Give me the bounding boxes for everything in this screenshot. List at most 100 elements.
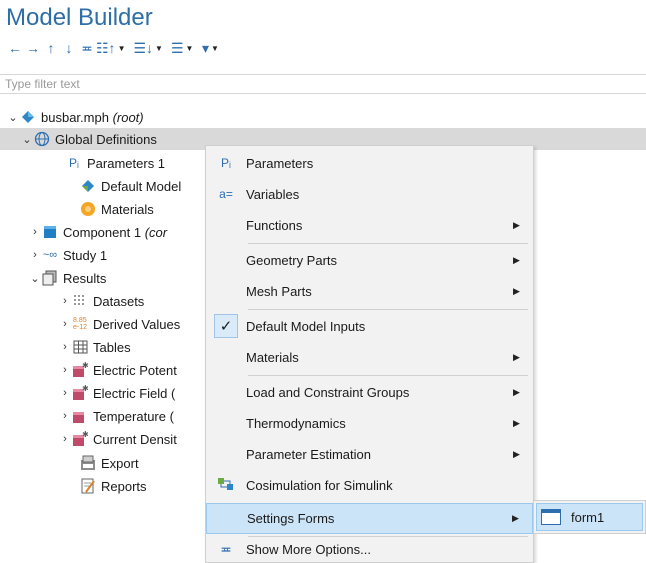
chevron-down-icon[interactable]: ⌄ xyxy=(20,133,34,146)
menu-item-parameters[interactable]: Pᵢ Parameters xyxy=(206,148,533,178)
list-expand-icon[interactable]: ☰↓ ▼ xyxy=(133,38,162,58)
show-more-options-icon[interactable]: ≖ xyxy=(78,38,96,58)
menu-item-geometry-parts[interactable]: Geometry Parts ▶ xyxy=(206,245,533,275)
chevron-right-icon[interactable]: › xyxy=(58,295,72,307)
menu-item-label: Thermodynamics xyxy=(246,415,346,431)
export-icon xyxy=(80,455,96,471)
plot-group-icon xyxy=(72,408,88,424)
results-icon xyxy=(42,270,58,286)
chevron-down-icon: ▼ xyxy=(185,43,194,53)
tree-label: Default Model xyxy=(101,178,182,194)
arrow-up-icon[interactable]: ↑ xyxy=(42,38,60,58)
chevron-right-icon[interactable]: › xyxy=(58,364,72,376)
plot-group-icon: ✱ xyxy=(72,431,88,447)
menu-item-settings-forms[interactable]: Settings Forms ▶ xyxy=(206,503,533,534)
submenu-item-label: form1 xyxy=(571,509,605,525)
chevron-down-icon[interactable]: ⌄ xyxy=(28,272,42,285)
menu-item-label: Mesh Parts xyxy=(246,283,312,299)
chevron-right-icon[interactable]: › xyxy=(58,387,72,399)
tree-label: Export xyxy=(101,455,139,471)
tree-row-temperature[interactable]: › Temperature ( xyxy=(58,405,174,427)
tree-row-derived-values[interactable]: › 8.85 e-12 Derived Values xyxy=(58,313,180,335)
tree-label: Parameters 1 xyxy=(87,155,166,171)
svg-text:✱: ✱ xyxy=(82,385,88,393)
menu-item-label: Default Model Inputs xyxy=(246,318,366,334)
chevron-down-icon[interactable]: ⌄ xyxy=(6,111,20,124)
tree-row-datasets[interactable]: › Datasets xyxy=(58,290,144,312)
tree-row-export[interactable]: Export xyxy=(80,452,139,474)
arrow-left-icon[interactable]: ← xyxy=(6,38,24,58)
tree-row-tables[interactable]: › Tables xyxy=(58,336,131,358)
tree-label: Tables xyxy=(93,339,131,355)
tree-row-electric-field[interactable]: › ✱ Electric Field ( xyxy=(58,382,175,404)
pin-glyph: ▾ xyxy=(201,39,209,56)
arrow-down-icon[interactable]: ↓ xyxy=(60,38,78,58)
checkmark-icon: ✓ xyxy=(214,314,238,338)
chevron-down-icon: ▼ xyxy=(211,43,219,53)
parameters-icon: Pᵢ xyxy=(221,156,231,170)
filter-input[interactable] xyxy=(0,75,610,93)
component-icon xyxy=(42,224,58,240)
tree-label: Temperature ( xyxy=(93,408,174,424)
menu-item-functions[interactable]: Functions ▶ xyxy=(206,210,533,240)
tree-row-default-model[interactable]: Default Model xyxy=(80,175,181,197)
reports-icon xyxy=(80,478,96,494)
chevron-right-icon[interactable]: › xyxy=(58,318,72,330)
collapse-expand-icon[interactable]: ☷↑ ▼ xyxy=(96,38,125,58)
menu-item-materials[interactable]: Materials ▶ xyxy=(206,342,533,372)
menu-item-label: Settings Forms xyxy=(247,511,335,526)
chevron-right-icon[interactable]: › xyxy=(58,410,72,422)
materials-icon xyxy=(80,201,96,217)
chevron-right-icon[interactable]: › xyxy=(58,341,72,353)
tree-row-reports[interactable]: Reports xyxy=(80,475,147,497)
pin-dropdown-icon[interactable]: ▾ ▼ xyxy=(201,38,219,58)
chevron-right-icon[interactable]: › xyxy=(28,249,42,261)
menu-separator xyxy=(248,309,528,310)
tree-row-electric-potential[interactable]: › ✱ Electric Potent xyxy=(58,359,177,381)
submenu-arrow-icon: ▶ xyxy=(513,254,520,265)
chevron-down-icon: ▼ xyxy=(117,43,126,53)
tree-row-current-density[interactable]: › ✱ Current Densit xyxy=(58,428,177,450)
context-menu: Pᵢ Parameters a= Variables Functions ▶ G… xyxy=(205,145,534,563)
menu-separator xyxy=(248,243,528,244)
submenu-arrow-icon: ▶ xyxy=(513,386,520,397)
plot-group-icon: ✱ xyxy=(72,362,88,378)
tree-label: Current Densit xyxy=(93,431,177,447)
table-icon xyxy=(72,339,88,355)
submenu-arrow-icon: ▶ xyxy=(513,351,520,362)
page-title: Model Builder xyxy=(6,4,153,31)
menu-item-label: Materials xyxy=(246,349,299,365)
tree-row-materials[interactable]: Materials xyxy=(80,198,154,220)
menu-item-cosimulation-simulink[interactable]: Cosimulation for Simulink xyxy=(206,470,533,500)
menu-item-label: Geometry Parts xyxy=(246,252,338,268)
datasets-icon xyxy=(72,293,88,309)
menu-item-variables[interactable]: a= Variables xyxy=(206,179,533,209)
submenu-arrow-icon: ▶ xyxy=(513,285,520,296)
menu-item-thermodynamics[interactable]: Thermodynamics ▶ xyxy=(206,408,533,438)
study-icon: ~∞ xyxy=(42,249,58,261)
tree-row-study-1[interactable]: › ~∞ Study 1 xyxy=(28,244,107,266)
menu-item-show-more-options[interactable]: ≖ Show More Options... xyxy=(206,536,533,563)
menu-item-mesh-parts[interactable]: Mesh Parts ▶ xyxy=(206,276,533,306)
tree-row-root[interactable]: ⌄ busbar.mph (root) xyxy=(6,106,143,128)
menu-item-default-model-inputs[interactable]: ✓ Default Model Inputs xyxy=(206,311,533,341)
menu-item-parameter-estimation[interactable]: Parameter Estimation ▶ xyxy=(206,439,533,469)
svg-text:✱: ✱ xyxy=(82,431,88,439)
menu-item-load-constraint-groups[interactable]: Load and Constraint Groups ▶ xyxy=(206,377,533,407)
submenu-item-form1[interactable]: form1 xyxy=(536,503,643,531)
tree-label: Datasets xyxy=(93,293,145,309)
arrow-right-icon[interactable]: → xyxy=(24,38,42,58)
menu-separator xyxy=(248,375,528,376)
tree-label: Electric Potent xyxy=(93,362,177,378)
submenu-arrow-icon: ▶ xyxy=(513,219,520,230)
list-view-icon[interactable]: ☰ ▼ xyxy=(171,38,193,58)
parameters-icon: Pᵢ xyxy=(69,156,79,170)
tree-row-parameters-1[interactable]: Pᵢ Parameters 1 xyxy=(66,152,165,174)
filter-bar xyxy=(0,74,646,94)
menu-item-label: Parameter Estimation xyxy=(246,446,371,462)
tree-row-results[interactable]: ⌄ Results xyxy=(28,267,106,289)
chevron-right-icon[interactable]: › xyxy=(28,226,42,238)
menu-item-label: Functions xyxy=(246,217,303,233)
tree-row-component-1[interactable]: › Component 1 (cor xyxy=(28,221,167,243)
chevron-right-icon[interactable]: › xyxy=(58,433,72,445)
